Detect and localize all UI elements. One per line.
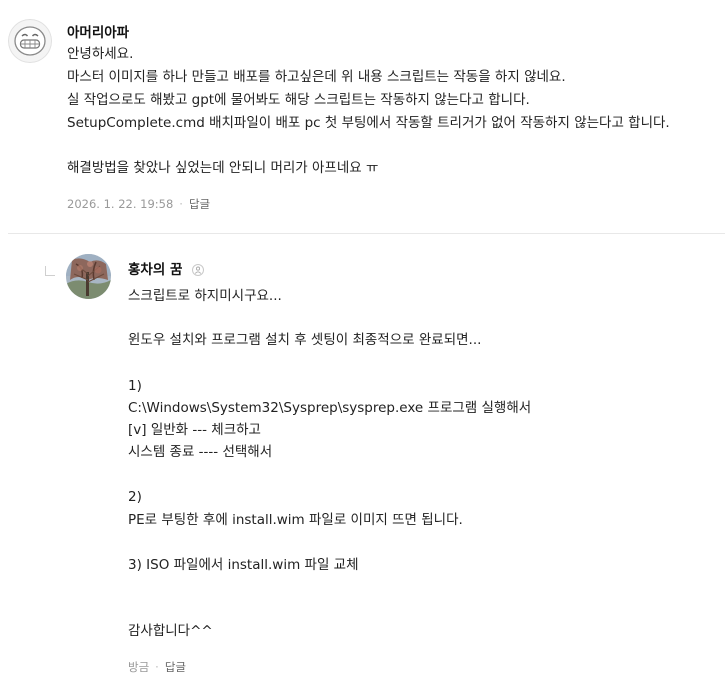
- separator-dot: ·: [179, 197, 183, 211]
- comment-line: 실 작업으로도 해봤고 gpt에 물어봐도 해당 스크립트는 작동하지 않는다고…: [67, 92, 530, 108]
- comment-line: 해결방법을 찾았나 싶었는데 안되니 머리가 아프네요 ㅠ: [67, 160, 379, 176]
- comment-meta: 방금 · 답글: [128, 659, 186, 675]
- comment-line: 시스템 종료 ---- 선택해서: [128, 444, 273, 460]
- grinning-face-icon: [8, 19, 52, 63]
- comment-line: PE로 부팅한 후에 install.wim 파일로 이미지 뜨면 됩니다.: [128, 512, 463, 528]
- comment-meta: 2026. 1. 22. 19:58 · 답글: [67, 196, 210, 212]
- comment-line: [v] 일반화 --- 체크하고: [128, 422, 261, 438]
- comment-line: 3) ISO 파일에서 install.wim 파일 교체: [128, 557, 359, 573]
- comment-line: SetupComplete.cmd 배치파일이 배포 pc 첫 부팅에서 작동할…: [67, 115, 670, 131]
- reply-button[interactable]: 답글: [165, 659, 186, 675]
- comment-line: 마스터 이미지를 하나 만들고 배포를 하고싶은데 위 내용 스크립트는 작동을…: [67, 69, 566, 85]
- person-badge-icon: [192, 264, 205, 276]
- reply-indent-icon: [45, 266, 55, 276]
- comment-line: C:\Windows\System32\Sysprep\sysprep.exe …: [128, 400, 532, 416]
- comment-line: 윈도우 설치와 프로그램 설치 후 셋팅이 최종적으로 완료되면...: [128, 332, 482, 348]
- comment-line: 2): [128, 489, 142, 505]
- separator-dot: ·: [155, 660, 159, 674]
- comment-line: 스크립트로 하지미시구요...: [128, 288, 282, 304]
- reply-button[interactable]: 답글: [189, 196, 210, 212]
- comment-author-name[interactable]: 홍차의 꿈: [128, 262, 182, 278]
- avatar[interactable]: [66, 254, 111, 299]
- avatar[interactable]: [8, 19, 52, 63]
- tree-photo-icon: [66, 254, 111, 299]
- comment-line: 1): [128, 378, 142, 394]
- comment-author: 홍차의 꿈: [128, 258, 205, 278]
- comment-timestamp: 2026. 1. 22. 19:58: [67, 197, 174, 211]
- comment-timestamp: 방금: [128, 660, 150, 674]
- comment-line: 안녕하세요.: [67, 46, 134, 62]
- comment-divider: [8, 233, 725, 234]
- comment-line: 감사합니다^^: [128, 623, 213, 639]
- comment-author[interactable]: 아머리아파: [67, 21, 129, 41]
